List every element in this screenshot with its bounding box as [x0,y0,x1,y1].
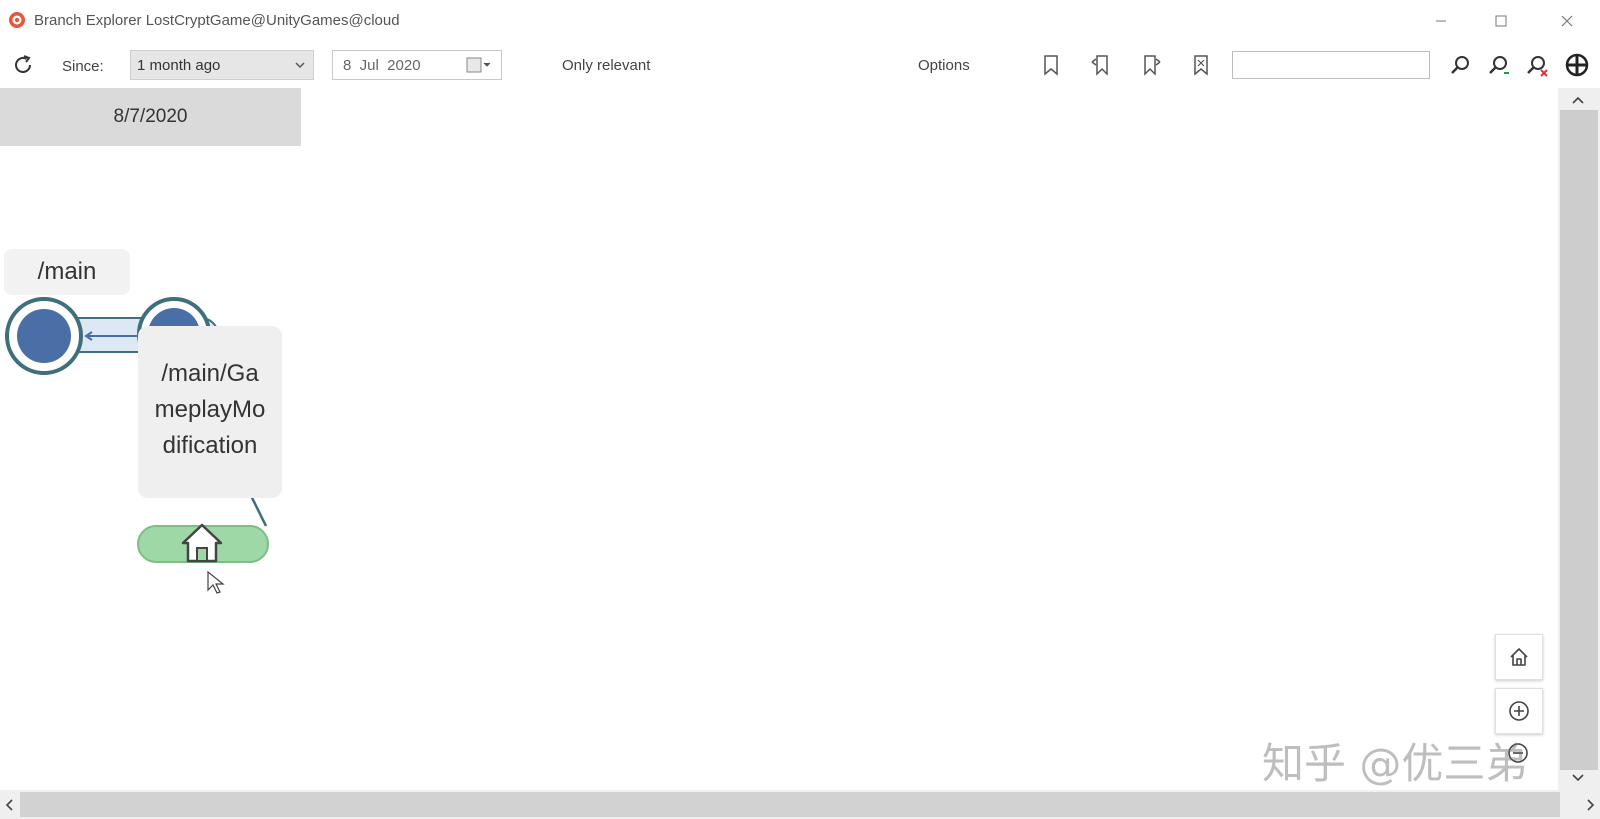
child-branch-name-line: meplayMo [154,396,266,423]
bookmark-back-icon [1091,55,1108,76]
child-branch-name-line: dification [162,432,258,459]
bookmark-clear-button[interactable] [1186,50,1216,80]
close-icon [1561,15,1573,27]
window-title: Branch Explorer LostCryptGame@UnityGames… [34,12,400,29]
close-button[interactable] [1544,6,1590,36]
plastic-scm-logo-icon [9,12,25,28]
search-button[interactable] [1446,50,1476,80]
maximize-icon [1495,15,1507,27]
bookmark-next-button[interactable] [1136,50,1166,80]
zoom-home-button[interactable] [1495,634,1543,680]
bookmark-clear-icon [1194,55,1208,76]
maximize-button[interactable] [1478,6,1524,36]
bookmark-icon [1044,55,1058,76]
home-icon [1510,648,1528,666]
watermark: 知乎 @优三弟 [1262,739,1528,788]
bookmark-forward-icon [1144,55,1161,76]
since-value: 1 month ago [137,57,221,74]
minimize-icon [1436,20,1446,22]
since-date-field[interactable]: 8 Jul 2020 [332,50,502,80]
options-button[interactable]: Options [918,57,970,74]
search-input[interactable] [1232,51,1430,79]
navigate-icon [1565,53,1589,77]
refresh-button[interactable] [8,50,38,80]
horizontal-scrollbar-thumb[interactable] [20,792,1560,817]
bookmark-previous-button[interactable] [1086,50,1116,80]
search-clear-button[interactable] [1522,50,1552,80]
since-dropdown[interactable]: 1 month ago [130,50,314,80]
minimize-button[interactable] [1418,6,1464,36]
changeset-node-fill [17,309,71,363]
since-label: Since: [62,58,104,75]
search-next-button[interactable] [1484,50,1514,80]
zoom-in-button[interactable] [1495,688,1543,734]
scroll-left-icon[interactable] [3,797,15,813]
search-icon [1451,56,1469,74]
workspace-home-changeset[interactable] [137,523,269,563]
mouse-cursor-icon [207,570,225,594]
only-relevant-toggle[interactable]: Only relevant [562,57,650,74]
child-branch-name: /main/Ga meplayMo dification [138,356,282,464]
calendar-icon[interactable] [465,56,493,74]
scroll-right-icon[interactable] [1585,797,1597,813]
zoom-in-icon [1509,701,1529,721]
home-icon [181,523,223,563]
child-branch-name-line: /main/Ga [161,360,259,387]
search-clear-icon [1527,56,1548,77]
scroll-down-icon[interactable] [1570,772,1586,784]
refresh-icon [15,55,31,73]
scroll-up-icon[interactable] [1570,94,1586,106]
main-branch-label[interactable]: /main [4,249,130,295]
chevron-down-icon [295,62,305,69]
bookmark-button[interactable] [1036,50,1066,80]
search-next-icon [1489,56,1509,74]
navigate-button[interactable] [1562,50,1592,80]
date-header: 8/7/2020 [0,88,301,146]
child-branch-label[interactable]: /main/Ga meplayMo dification [138,326,282,498]
vertical-scrollbar-thumb[interactable] [1560,110,1598,770]
date-value: 8 Jul 2020 [343,57,421,74]
